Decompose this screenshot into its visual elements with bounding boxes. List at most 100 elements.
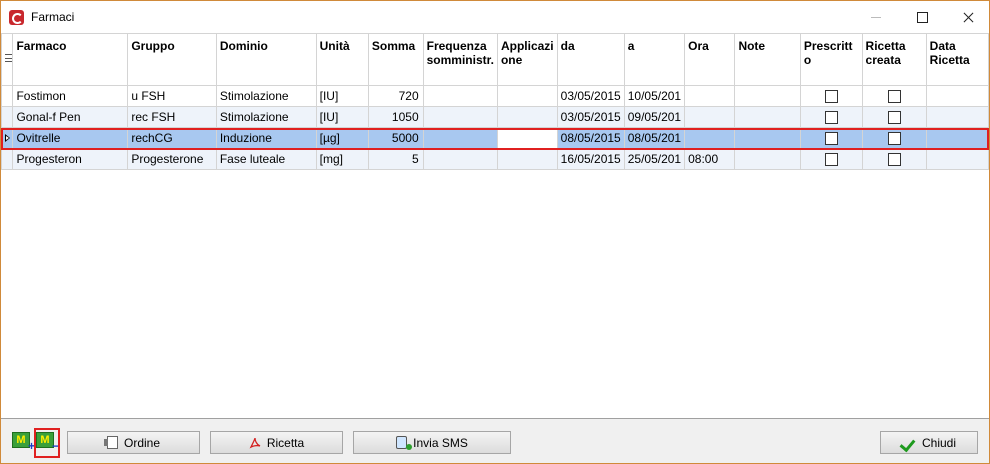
header-unita[interactable]: Unità — [315, 33, 369, 86]
cell-ora[interactable] — [684, 127, 736, 149]
cell-dominio[interactable]: Fase luteale — [215, 148, 317, 170]
ricetta-creata-checkbox[interactable] — [887, 131, 901, 145]
header-farmaco[interactable]: Farmaco — [12, 33, 129, 86]
add-medication-icon[interactable]: M + — [12, 432, 35, 452]
cell-data-ricetta[interactable] — [925, 85, 989, 107]
cell-dominio[interactable]: Induzione — [215, 127, 317, 149]
header-frequenza[interactable]: Frequenza somministr. — [422, 33, 498, 86]
cell-somma[interactable]: 5 — [367, 148, 424, 170]
ricetta-creata-checkbox[interactable] — [887, 89, 901, 103]
maximize-button[interactable] — [899, 1, 945, 33]
cell-da[interactable]: 16/05/2015 — [556, 148, 625, 170]
window-title: Farmaci — [31, 10, 75, 24]
header-dominio[interactable]: Dominio — [215, 33, 317, 86]
prescritto-checkbox[interactable] — [824, 110, 838, 124]
cell-frequenza[interactable] — [422, 106, 498, 128]
cell-dominio[interactable]: Stimolazione — [215, 85, 317, 107]
table-row[interactable]: Fostimon u FSH Stimolazione [IU] 720 03/… — [1, 85, 989, 107]
cell-applicazione[interactable] — [496, 148, 558, 170]
cell-a[interactable]: 25/05/201 — [623, 148, 686, 170]
prescritto-checkbox[interactable] — [824, 152, 838, 166]
cell-da[interactable]: 03/05/2015 — [556, 106, 625, 128]
column-chooser[interactable] — [1, 33, 14, 86]
row-header[interactable] — [1, 127, 14, 149]
ricetta-creata-checkbox[interactable] — [887, 152, 901, 166]
cell-somma[interactable]: 1050 — [367, 106, 424, 128]
cell-applicazione-editing[interactable] — [496, 127, 558, 149]
cell-unita[interactable]: [IU] — [315, 85, 369, 107]
cell-prescritto[interactable] — [799, 85, 863, 107]
invia-sms-label: Invia SMS — [413, 435, 468, 450]
header-ricetta-creata[interactable]: Ricetta creata — [861, 33, 927, 86]
cell-ora[interactable] — [684, 85, 736, 107]
cell-farmaco[interactable]: Gonal-f Pen — [12, 106, 129, 128]
cell-farmaco[interactable]: Ovitrelle — [12, 127, 129, 149]
header-da[interactable]: da — [556, 33, 625, 86]
ricetta-label: Ricetta — [266, 435, 305, 450]
table-row[interactable]: Progesteron Progesterone Fase luteale [m… — [1, 148, 989, 170]
cell-data-ricetta[interactable] — [925, 148, 989, 170]
table-row-selected[interactable]: Ovitrelle rechCG Induzione [µg] 5000 08/… — [1, 127, 989, 149]
cell-ora[interactable]: 08:00 — [684, 148, 736, 170]
cell-unita[interactable]: [mg] — [315, 148, 369, 170]
cell-farmaco[interactable]: Progesteron — [12, 148, 129, 170]
close-window-button[interactable] — [945, 1, 990, 33]
row-header[interactable] — [1, 85, 14, 107]
header-ora[interactable]: Ora — [684, 33, 736, 86]
cell-prescritto[interactable] — [799, 106, 863, 128]
cell-gruppo[interactable]: rec FSH — [127, 106, 217, 128]
cell-note[interactable] — [734, 106, 801, 128]
cell-farmaco[interactable]: Fostimon — [12, 85, 129, 107]
header-gruppo[interactable]: Gruppo — [127, 33, 217, 86]
cell-data-ricetta[interactable] — [925, 106, 989, 128]
cell-a[interactable]: 10/05/201 — [623, 85, 686, 107]
farmaci-grid[interactable]: Farmaco Gruppo Dominio Unità Somma Frequ… — [1, 33, 989, 419]
cell-applicazione[interactable] — [496, 106, 558, 128]
header-a[interactable]: a — [623, 33, 686, 86]
cell-note[interactable] — [734, 85, 801, 107]
prescritto-checkbox[interactable] — [824, 89, 838, 103]
ricetta-button[interactable]: Ricetta — [210, 431, 343, 454]
cell-da[interactable]: 08/05/2015 — [556, 127, 625, 149]
cell-gruppo[interactable]: Progesterone — [127, 148, 217, 170]
row-header[interactable] — [1, 148, 14, 170]
cell-note[interactable] — [734, 127, 801, 149]
minimize-button[interactable] — [853, 1, 899, 33]
cell-dominio[interactable]: Stimolazione — [215, 106, 317, 128]
cell-frequenza[interactable] — [422, 127, 498, 149]
cell-ricetta-creata[interactable] — [861, 127, 927, 149]
cell-a[interactable]: 08/05/201 — [623, 127, 686, 149]
header-applicazione[interactable]: Applicazi one — [496, 33, 558, 86]
cell-unita[interactable]: [IU] — [315, 106, 369, 128]
table-row[interactable]: Gonal-f Pen rec FSH Stimolazione [IU] 10… — [1, 106, 989, 128]
phone-sms-icon — [396, 436, 413, 450]
cell-data-ricetta[interactable] — [925, 127, 989, 149]
cell-da[interactable]: 03/05/2015 — [556, 85, 625, 107]
cell-somma[interactable]: 720 — [367, 85, 424, 107]
cell-prescritto[interactable] — [799, 148, 863, 170]
header-somma[interactable]: Somma — [367, 33, 424, 86]
cell-frequenza[interactable] — [422, 85, 498, 107]
cell-note[interactable] — [734, 148, 801, 170]
prescritto-checkbox[interactable] — [824, 131, 838, 145]
chiudi-button[interactable]: Chiudi — [880, 431, 978, 454]
cell-frequenza[interactable] — [422, 148, 498, 170]
cell-unita[interactable]: [µg] — [315, 127, 369, 149]
cell-applicazione[interactable] — [496, 85, 558, 107]
row-header[interactable] — [1, 106, 14, 128]
header-prescritto[interactable]: Prescritt o — [799, 33, 863, 86]
header-data-ricetta[interactable]: Data Ricetta — [925, 33, 989, 86]
cell-gruppo[interactable]: rechCG — [127, 127, 217, 149]
cell-ricetta-creata[interactable] — [861, 148, 927, 170]
ordine-button[interactable]: Ordine — [67, 431, 200, 454]
ricetta-creata-checkbox[interactable] — [887, 110, 901, 124]
header-note[interactable]: Note — [734, 33, 801, 86]
cell-somma[interactable]: 5000 — [367, 127, 424, 149]
cell-prescritto[interactable] — [799, 127, 863, 149]
invia-sms-button[interactable]: Invia SMS — [353, 431, 511, 454]
cell-ora[interactable] — [684, 106, 736, 128]
cell-gruppo[interactable]: u FSH — [127, 85, 217, 107]
cell-a[interactable]: 09/05/201 — [623, 106, 686, 128]
cell-ricetta-creata[interactable] — [861, 106, 927, 128]
cell-ricetta-creata[interactable] — [861, 85, 927, 107]
